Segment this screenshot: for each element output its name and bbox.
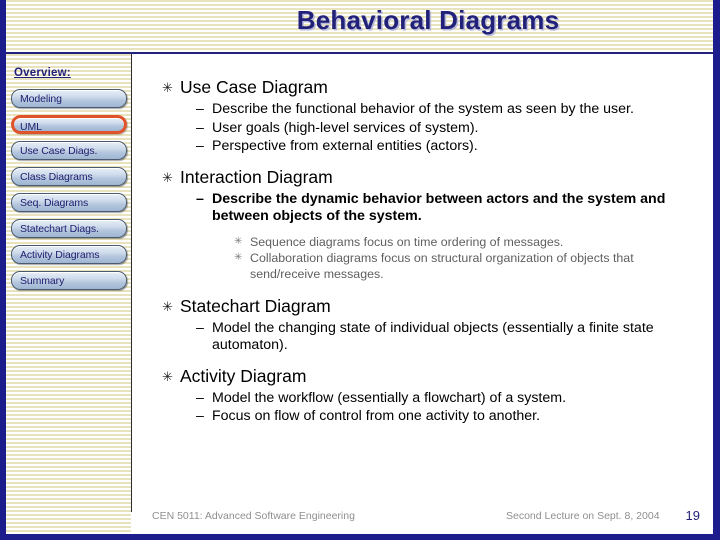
dash-bullet-icon: – (196, 138, 204, 154)
slide-left-border (0, 0, 6, 540)
section-heading-interaction-diagram: ✳ Interaction Diagram (138, 166, 706, 189)
asterisk-bullet-icon: ✳ (162, 298, 173, 314)
bullet-point: – Model the workflow (essentially a flow… (138, 390, 706, 408)
sidebar-item-label: Summary (20, 275, 65, 287)
section-heading-statechart-diagram: ✳ Statechart Diagram (138, 295, 706, 318)
bullet-point: – Focus on flow of control from one acti… (138, 408, 706, 426)
sidebar-item-uml[interactable]: UML (11, 115, 127, 134)
section-heading-activity-diagram: ✳ Activity Diagram (138, 365, 706, 388)
bullet-text: User goals (high-level services of syste… (212, 119, 479, 136)
page-number: 19 (685, 508, 700, 523)
sidebar-item-use-case-diags[interactable]: Use Case Diags. (11, 141, 127, 160)
footer-course-label: CEN 5011: Advanced Software Engineering (152, 510, 355, 522)
bullet-point: – Describe the functional behavior of th… (138, 101, 706, 119)
sub-bullet-point: ✳ Collaboration diagrams focus on struct… (138, 250, 706, 282)
asterisk-bullet-icon: ✳ (162, 368, 173, 384)
dash-bullet-icon: – (196, 190, 204, 207)
sidebar-item-label: Class Diagrams (20, 171, 93, 183)
sidebar-item-label: Statechart Diags. (20, 223, 99, 235)
sidebar-item-modeling[interactable]: Modeling (11, 89, 127, 108)
sidebar-item-class-diagrams[interactable]: Class Diagrams (11, 167, 127, 186)
bullet-point: – User goals (high-level services of sys… (138, 120, 706, 138)
dash-bullet-icon: – (196, 101, 204, 117)
asterisk-bullet-icon: ✳ (162, 169, 173, 185)
section-heading-text: Use Case Diagram (180, 77, 328, 97)
dash-bullet-icon: – (196, 408, 204, 424)
slide-body-content: ✳ Use Case Diagram – Describe the functi… (138, 76, 706, 427)
sidebar-nav-list: Modeling UML Use Case Diags. Class Diagr… (6, 89, 131, 297)
overview-sidebar: Overview: Modeling UML Use Case Diags. C… (6, 54, 131, 534)
bullet-text: Describe the functional behavior of the … (212, 101, 634, 117)
asterisk-bullet-icon: ✳ (162, 80, 173, 95)
sub-bullet-text: Collaboration diagrams focus on structur… (250, 250, 634, 281)
slide-right-border (713, 0, 720, 540)
section-heading-text: Interaction Diagram (180, 166, 333, 187)
sidebar-item-label: Modeling (20, 93, 62, 105)
sidebar-item-seq-diagrams[interactable]: Seq. Diagrams (11, 193, 127, 212)
bullet-text: Model the workflow (essentially a flowch… (212, 389, 567, 406)
dash-bullet-icon: – (196, 319, 204, 336)
footer-lecture-label: Second Lecture on Sept. 8, 2004 (506, 510, 660, 522)
dash-bullet-icon: – (196, 389, 204, 406)
sidebar-item-statechart-diags[interactable]: Statechart Diags. (11, 219, 127, 238)
asterisk-bullet-icon: ✳ (234, 235, 243, 247)
slide-bottom-border (0, 534, 720, 540)
sidebar-item-label: UML (20, 121, 42, 133)
bullet-text: Perspective from external entities (acto… (212, 138, 478, 154)
slide-footer: CEN 5011: Advanced Software Engineering … (138, 508, 706, 526)
bullet-point: – Describe the dynamic behavior between … (138, 191, 706, 226)
sidebar-heading: Overview: (14, 67, 71, 79)
bullet-point: – Model the changing state of individual… (138, 320, 706, 355)
sidebar-item-activity-diagrams[interactable]: Activity Diagrams (11, 245, 127, 264)
asterisk-bullet-icon: ✳ (234, 251, 243, 263)
presentation-slide: FIU Florida International University Beh… (0, 0, 720, 540)
slide-title: Behavioral Diagrams (296, 5, 560, 35)
bullet-text: Focus on flow of control from one activi… (212, 408, 541, 424)
sub-bullet-text: Sequence diagrams focus on time ordering… (250, 234, 564, 249)
dash-bullet-icon: – (196, 119, 204, 136)
bullet-text: Describe the dynamic behavior between ac… (212, 190, 666, 225)
bullet-text: Model the changing state of individual o… (212, 319, 654, 354)
sub-bullet-point: ✳ Sequence diagrams focus on time orderi… (138, 234, 706, 250)
section-heading-use-case-diagram: ✳ Use Case Diagram (138, 76, 706, 99)
section-heading-text: Activity Diagram (180, 365, 307, 386)
sidebar-item-label: Seq. Diagrams (20, 197, 89, 209)
sidebar-content-divider (131, 54, 132, 512)
sidebar-item-label: Use Case Diags. (20, 145, 98, 157)
sidebar-item-label: Activity Diagrams (20, 249, 100, 261)
header-divider-rule (6, 52, 713, 54)
bullet-point: – Perspective from external entities (ac… (138, 138, 706, 156)
sidebar-item-summary[interactable]: Summary (11, 271, 127, 290)
section-heading-text: Statechart Diagram (180, 295, 331, 316)
